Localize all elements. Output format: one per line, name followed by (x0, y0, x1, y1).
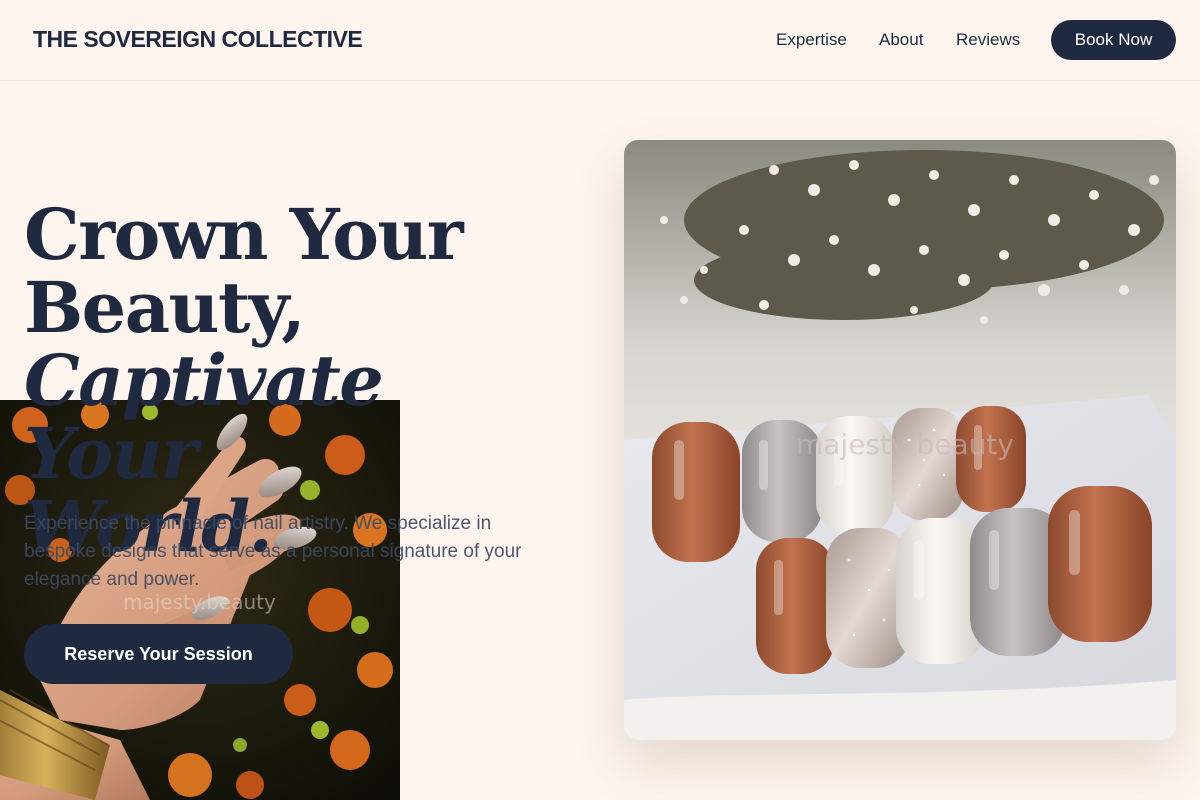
nav-link-expertise[interactable]: Expertise (776, 30, 847, 50)
reserve-session-button[interactable]: Reserve Your Session (24, 624, 293, 684)
hero-title-line3: Captivate Your (24, 339, 384, 495)
hero-description: Experience the pinnacle of nail artistry… (24, 513, 522, 590)
book-now-button[interactable]: Book Now (1051, 20, 1176, 60)
hero-title-line1: Crown Your (24, 193, 464, 276)
hero-title-line2: Beauty, (24, 266, 306, 349)
nails-photo-watermark: majesty beauty (796, 428, 1014, 461)
nav-link-about[interactable]: About (879, 30, 923, 50)
nav-link-reviews[interactable]: Reviews (956, 30, 1020, 50)
brand-logo[interactable]: THE SOVEREIGN COLLECTIVE (33, 26, 363, 53)
site-header: THE SOVEREIGN COLLECTIVE Expertise About… (0, 0, 1200, 81)
hero-title: Crown Your Beauty, Captivate Your World. (24, 198, 564, 563)
